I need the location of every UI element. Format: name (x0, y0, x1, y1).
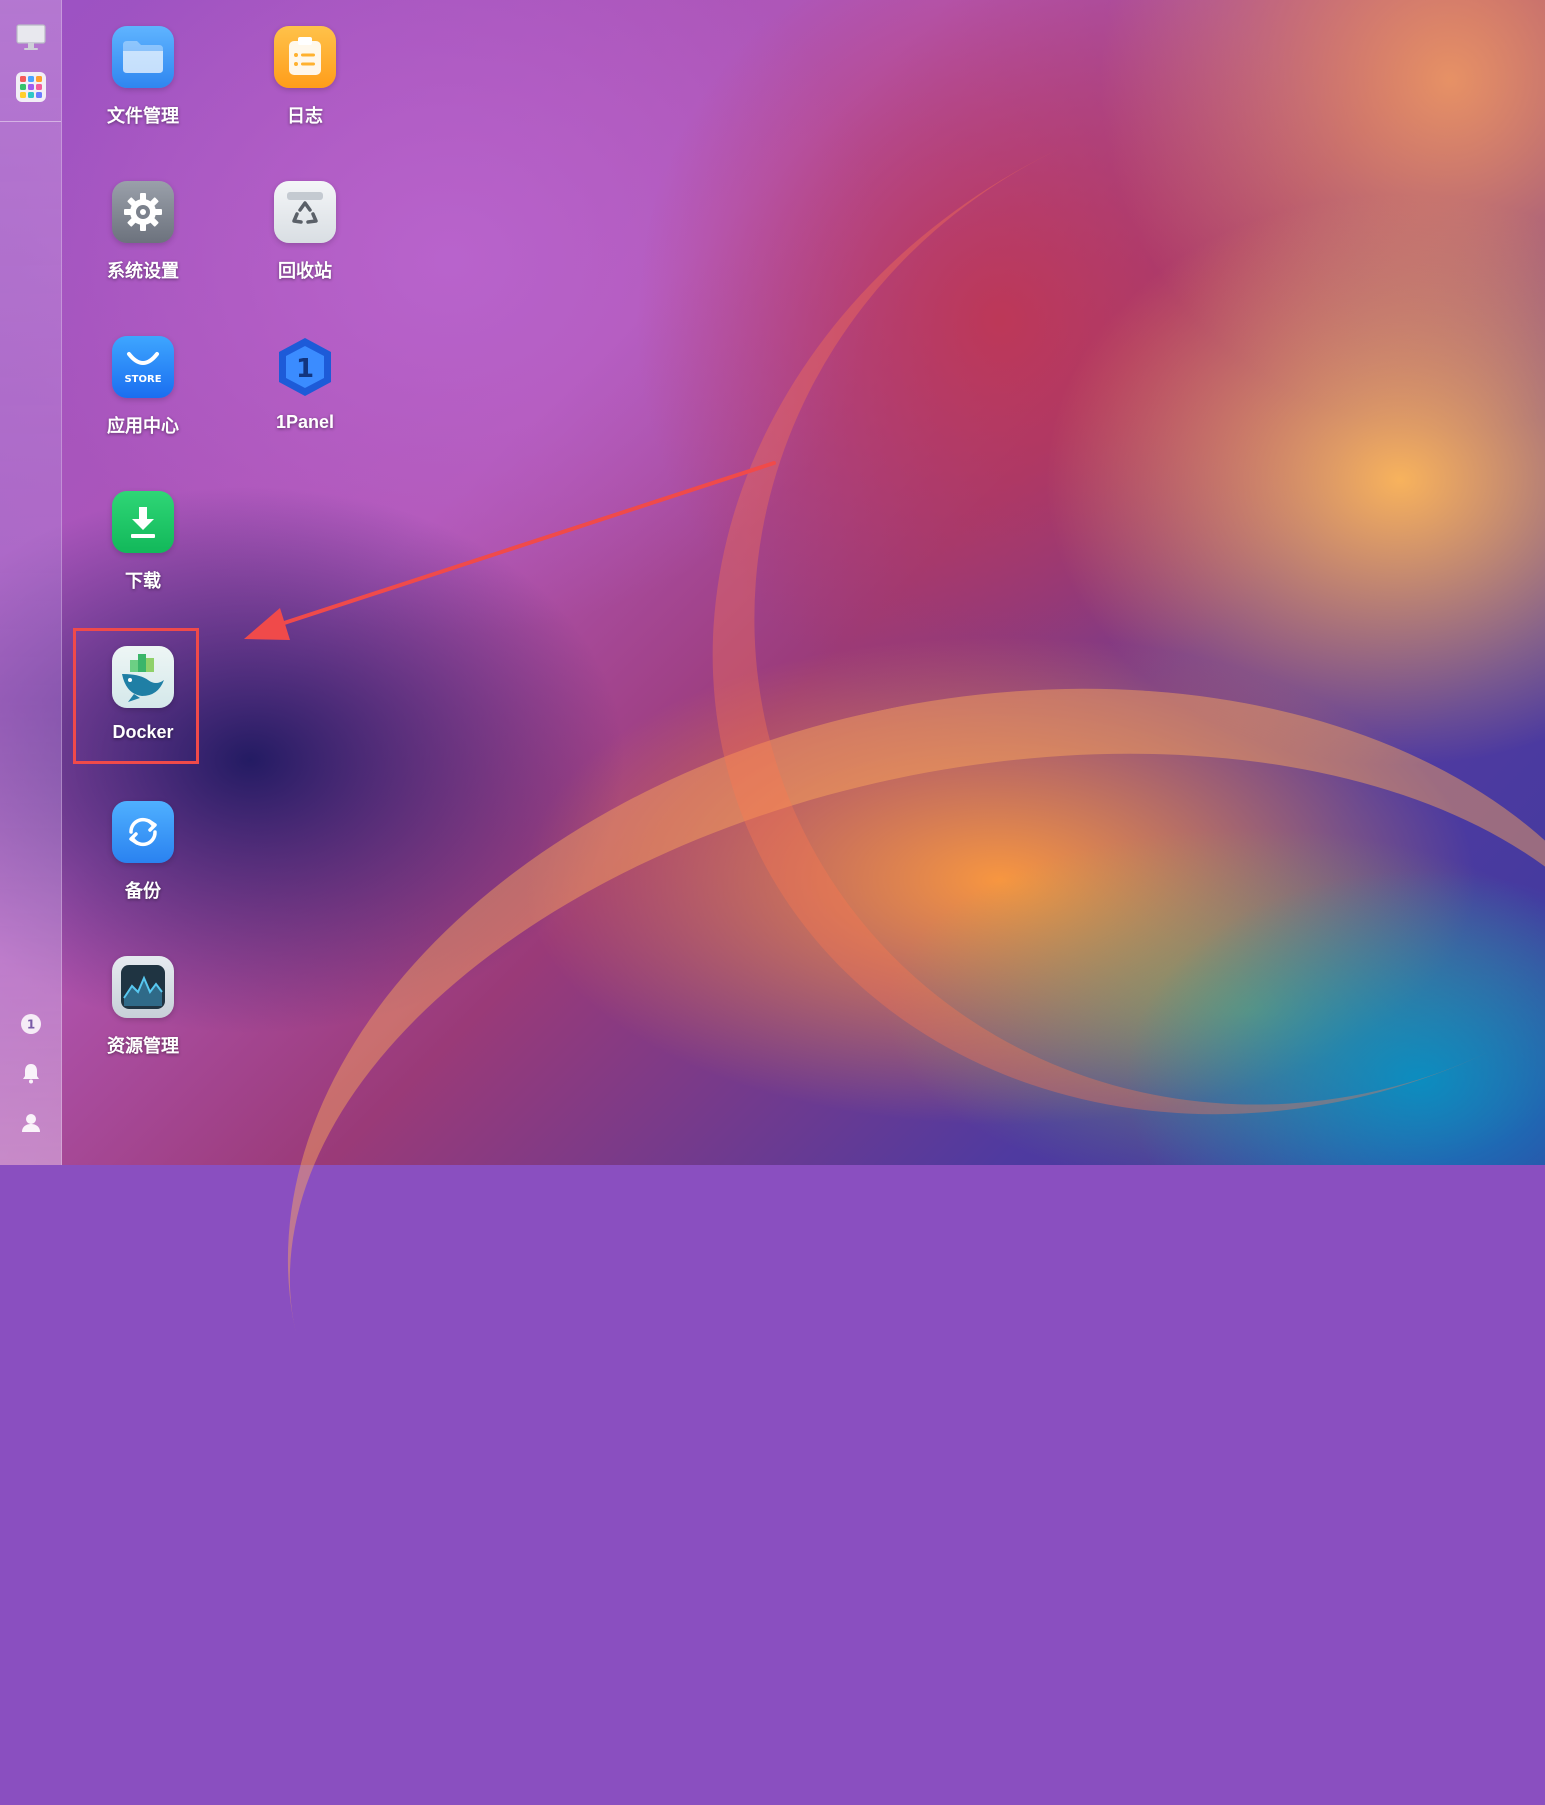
desktop-app-download[interactable]: 下载 (73, 465, 213, 595)
sync-icon (112, 801, 174, 863)
desktop-app-system-settings[interactable]: 系统设置 (73, 155, 213, 285)
svg-text:1: 1 (26, 1017, 34, 1031)
user-icon[interactable] (14, 1106, 47, 1139)
app-label-logs: 日志 (287, 106, 323, 126)
desktop-app-file-manager[interactable]: 文件管理 (73, 0, 213, 130)
activity-monitor-icon (112, 956, 174, 1018)
app-label-download: 下载 (125, 571, 161, 591)
recycle-icon (274, 181, 336, 243)
desktop-app-backup[interactable]: 备份 (73, 775, 213, 905)
app-label-file-manager: 文件管理 (107, 106, 179, 126)
folder-icon (112, 26, 174, 88)
bell-icon[interactable] (14, 1056, 47, 1089)
sidebar-dock: 1 (0, 0, 62, 1165)
1panel-glyph: 1 (296, 354, 314, 384)
1panel-icon: 1 (274, 336, 336, 398)
desktop-app-app-center[interactable]: STORE 应用中心 (73, 310, 213, 440)
monitor-icon[interactable] (14, 20, 47, 53)
app-label-recycle-bin: 回收站 (278, 261, 332, 281)
app-label-backup: 备份 (125, 881, 161, 901)
app-label-app-center: 应用中心 (107, 416, 179, 436)
gear-icon (112, 181, 174, 243)
app-label-1panel: 1Panel (275, 412, 335, 432)
sidebar-divider (0, 121, 61, 122)
app-label-system-settings: 系统设置 (107, 261, 179, 281)
highlight-box (73, 628, 199, 764)
app-label-resource-manager: 资源管理 (107, 1036, 179, 1056)
desktop-app-resource-manager[interactable]: 资源管理 (73, 930, 213, 1060)
desktop-app-1panel[interactable]: 1 1Panel (235, 310, 375, 440)
app-grid-icon[interactable] (14, 70, 47, 103)
1panel-small-icon[interactable]: 1 (14, 1007, 47, 1040)
store-icon: STORE (112, 336, 174, 398)
desktop-app-recycle-bin[interactable]: 回收站 (235, 155, 375, 285)
store-badge-text: STORE (124, 373, 162, 385)
download-icon (112, 491, 174, 553)
clipboard-icon (274, 26, 336, 88)
desktop-app-logs[interactable]: 日志 (235, 0, 375, 130)
